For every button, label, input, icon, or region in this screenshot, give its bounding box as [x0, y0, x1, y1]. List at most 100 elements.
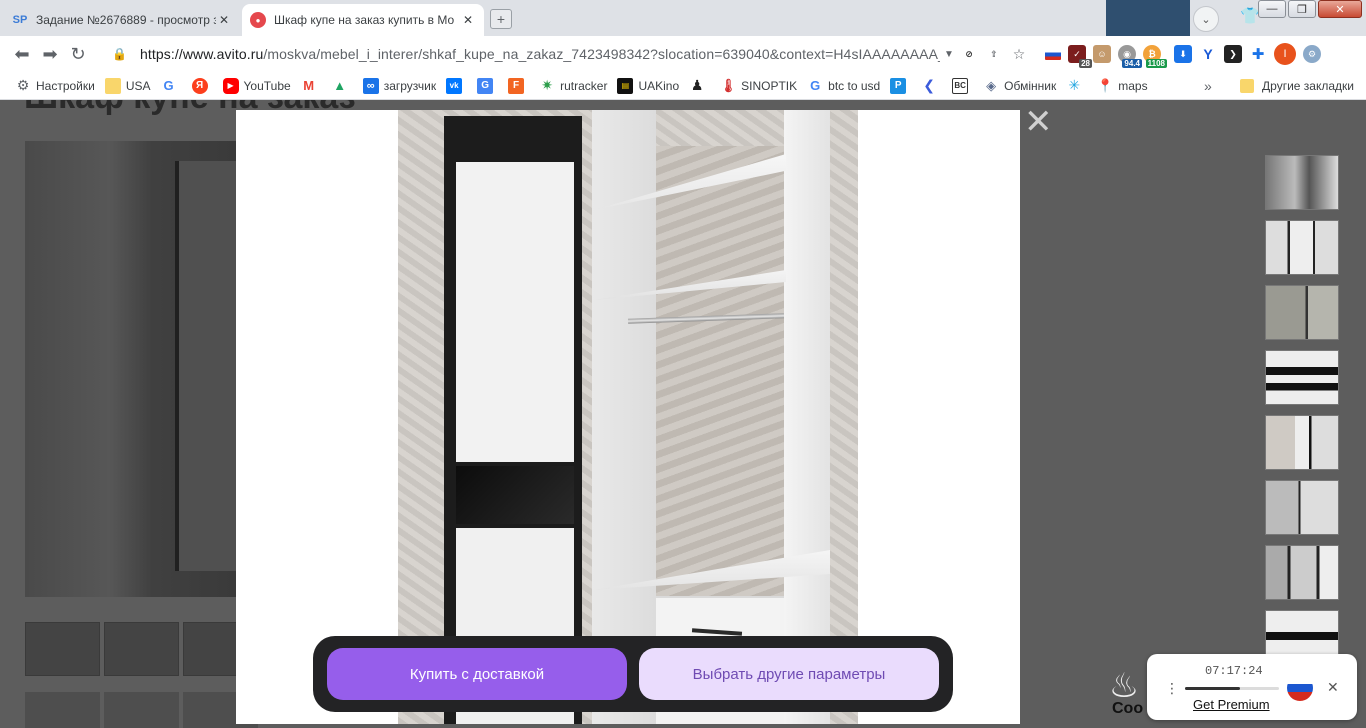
vpn-ext-icon[interactable]: ◉ 94.4: [1118, 45, 1142, 68]
choose-other-params-button[interactable]: Выбрать другие параметры: [639, 648, 939, 700]
tab-close-icon[interactable]: ✕: [216, 12, 232, 28]
tab-strip: SP Задание №2676889 - просмотр з ✕ ● Шка…: [0, 0, 1366, 36]
ru-flag-icon[interactable]: [1287, 675, 1313, 701]
bookmark-translate[interactable]: G: [472, 74, 503, 98]
bookmark-label: Настройки: [36, 78, 95, 93]
bookmark-f[interactable]: F: [503, 74, 534, 98]
tab-title: Задание №2676889 - просмотр з: [36, 13, 216, 27]
p-icon: P: [890, 77, 907, 94]
photo-door: [175, 161, 237, 571]
bookmark-label: UAKino: [638, 78, 680, 93]
player-progress[interactable]: [1185, 687, 1279, 690]
player-close-icon[interactable]: ✕: [1327, 679, 1339, 696]
minimize-icon[interactable]: —: [1258, 0, 1286, 18]
window-close-icon[interactable]: ✕: [1318, 0, 1362, 18]
page-thumbs-row-2: [25, 692, 258, 728]
uakino-icon: ▤: [617, 77, 634, 94]
gallery-thumb[interactable]: [1265, 350, 1339, 405]
bookmark-label: YouTube: [243, 78, 291, 93]
more-vert-icon[interactable]: ⋮: [1165, 680, 1179, 697]
tab-search-icon[interactable]: ⌄: [1193, 6, 1219, 32]
bookmark-star-icon[interactable]: ☆: [1010, 45, 1028, 63]
reload-icon[interactable]: ↻: [64, 40, 92, 68]
face-ext-icon[interactable]: ☺: [1093, 45, 1111, 63]
tab-task[interactable]: SP Задание №2676889 - просмотр з ✕: [4, 4, 240, 36]
gallery-thumb[interactable]: [1265, 480, 1339, 535]
bookmark-label: USA: [125, 78, 151, 93]
settings-ext-icon[interactable]: ⚙: [1303, 45, 1321, 63]
translate-icon: G: [477, 77, 494, 94]
bookmark-maps[interactable]: 📍 maps: [1092, 74, 1152, 98]
download-ext-icon[interactable]: ⬇: [1174, 45, 1192, 63]
sinoptik-icon: 🌡: [719, 77, 737, 93]
ext-badge: 1108: [1145, 59, 1167, 68]
gmail-icon: M: [303, 78, 315, 93]
shield-ext-icon[interactable]: ✓ 28: [1068, 45, 1092, 68]
profile-avatar[interactable]: I: [1274, 43, 1296, 65]
gallery-close-icon[interactable]: ✕: [1024, 105, 1053, 139]
lock-icon[interactable]: 🔒: [112, 47, 128, 61]
bookmark-p[interactable]: P: [885, 74, 916, 98]
bookmark-rutracker[interactable]: ✷ rutracker: [534, 74, 612, 98]
bookmark-bc[interactable]: BC: [947, 74, 978, 98]
bookmark-arrow[interactable]: ❮: [916, 74, 947, 98]
chess-icon: ♟: [690, 77, 704, 93]
gallery-photo[interactable]: [398, 110, 858, 724]
bookmark-youtube[interactable]: ▶ YouTube: [218, 74, 296, 98]
bookmark-gmail[interactable]: M: [296, 74, 327, 98]
more-bookmarks-button[interactable]: »: [1204, 72, 1212, 100]
theme-shirt-icon[interactable]: 👕: [1240, 6, 1260, 26]
exchange-icon: ◈: [986, 77, 997, 93]
bookmark-star[interactable]: ✳: [1061, 74, 1092, 98]
ru-flag-icon[interactable]: [1045, 48, 1061, 60]
bookmark-chess[interactable]: ♟: [684, 74, 715, 98]
forward-arrow-icon[interactable]: ➡: [36, 40, 64, 68]
url-path: /moskva/mebel_i_interer/shkaf_kupe_na_za…: [263, 46, 940, 62]
tab-close-icon[interactable]: ✕: [460, 12, 476, 28]
bookmark-exchange[interactable]: ◈ Обмінник: [978, 74, 1061, 98]
other-bookmarks[interactable]: Другие закладки: [1240, 72, 1354, 100]
puzzle-extensions-icon[interactable]: ✚: [1249, 45, 1267, 63]
bookmark-loader[interactable]: ∞ загрузчик: [358, 74, 441, 98]
maximize-icon[interactable]: ❐: [1288, 0, 1316, 18]
get-premium-link[interactable]: Get Premium: [1193, 697, 1270, 712]
gallery-thumb[interactable]: [1265, 415, 1339, 470]
new-tab-button[interactable]: +: [490, 9, 512, 29]
tab-avito[interactable]: ● Шкаф купе на заказ купить в Мо ✕: [242, 4, 484, 36]
avito-favicon-icon: ●: [250, 12, 266, 28]
bc-icon: BC: [952, 77, 969, 94]
bookmark-google[interactable]: G: [156, 74, 187, 98]
page-thumb[interactable]: [104, 622, 179, 676]
share-icon[interactable]: ⇪: [985, 45, 1003, 63]
bookmark-uakino[interactable]: ▤ UAKino: [612, 74, 684, 98]
gallery-thumb[interactable]: [1265, 220, 1339, 275]
page-thumb[interactable]: [25, 692, 100, 728]
bookmark-yandex[interactable]: Я: [187, 74, 218, 98]
bookmark-settings[interactable]: ⚙ Настройки: [10, 74, 100, 98]
other-bookmarks-label: Другие закладки: [1262, 79, 1354, 93]
y-ext-icon[interactable]: Y: [1199, 45, 1217, 63]
gallery-thumb[interactable]: [1265, 285, 1339, 340]
gallery-thumb[interactable]: [1265, 545, 1339, 600]
bookmark-btc[interactable]: Gbtc to usd: [802, 74, 885, 98]
bitcoin-ext-icon[interactable]: ₿ 1108: [1143, 45, 1167, 68]
buy-with-delivery-button[interactable]: Купить с доставкой: [327, 648, 627, 700]
bookmark-drive[interactable]: ▲: [327, 74, 358, 98]
taskbar-strip: [1106, 0, 1190, 36]
gallery-thumb[interactable]: [1265, 155, 1339, 210]
page-thumb[interactable]: [104, 692, 179, 728]
url-text[interactable]: https://www.avito.ru/moskva/mebel_i_inte…: [140, 46, 940, 62]
player-time: 07:17:24: [1205, 664, 1263, 678]
cookie-notice-peek: Coo: [1112, 700, 1144, 717]
bookmark-sinoptik[interactable]: 🌡 SINOPTIK: [715, 74, 802, 98]
bookmark-usa[interactable]: USA: [100, 74, 156, 98]
loader-icon: ∞: [362, 77, 379, 94]
terminal-ext-icon[interactable]: ❯: [1224, 45, 1242, 63]
page-thumb[interactable]: [25, 622, 100, 676]
back-arrow-icon[interactable]: ⬅: [8, 40, 36, 68]
url-dropdown-icon[interactable]: ▼: [944, 49, 954, 60]
no-tracking-icon[interactable]: ⊘: [960, 45, 978, 63]
address-bar[interactable]: 🔒 https://www.avito.ru/moskva/mebel_i_in…: [104, 40, 956, 68]
bookmark-vk[interactable]: vk: [441, 74, 472, 98]
folder-icon: [1240, 79, 1255, 93]
